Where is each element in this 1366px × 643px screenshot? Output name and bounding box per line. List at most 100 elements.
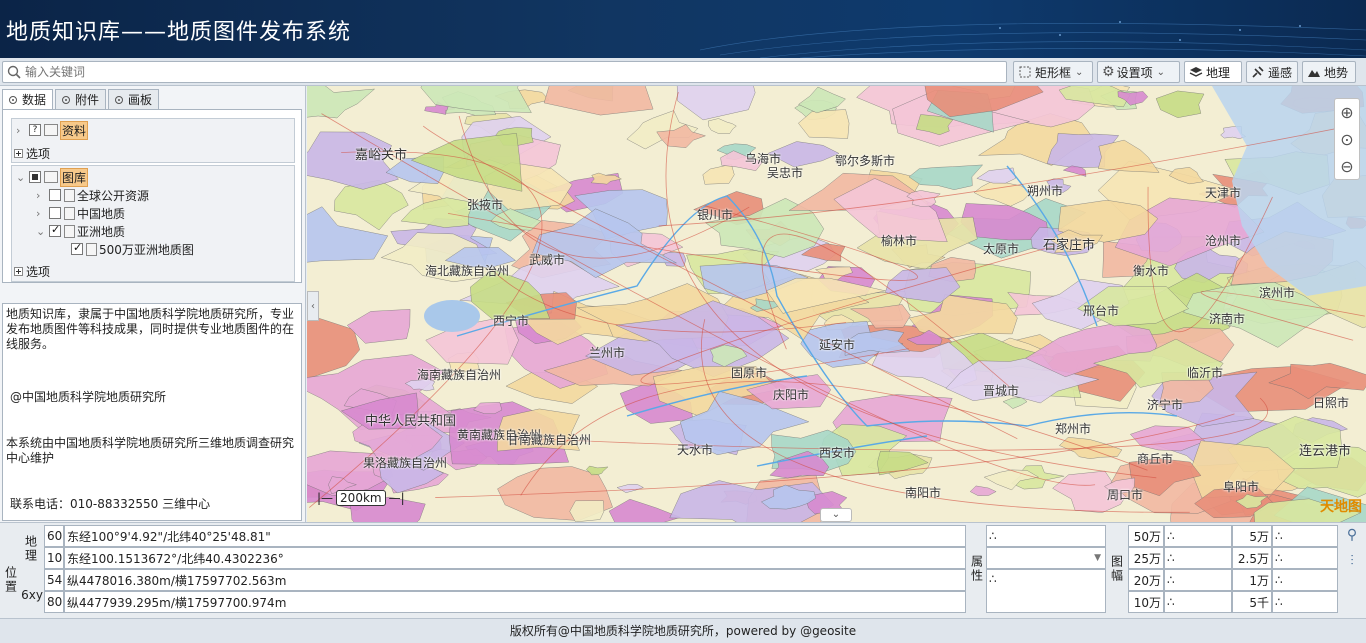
city-label: 沧州市	[1205, 234, 1242, 248]
tree-node-global[interactable]: › 全球公开资源	[36, 186, 149, 204]
collapse-panel-button[interactable]: ‹	[307, 291, 319, 321]
rect-select-button[interactable]: 矩形框 ⌄	[1013, 61, 1093, 83]
chevron-right-icon[interactable]: ›	[36, 189, 46, 202]
sheet-1w-value[interactable]: ∴	[1272, 569, 1338, 591]
rectangle-select-icon	[1019, 66, 1031, 78]
adjust-button[interactable]: ⫶	[1342, 553, 1362, 575]
toolbar: 矩形框 ⌄ ⚙ 设置项 ⌄ 地理 遥感 地势	[0, 58, 1366, 86]
city-label: 日照市	[1313, 396, 1350, 410]
chevron-left-icon: ‹	[311, 300, 315, 312]
sheet-50w-value[interactable]: ∴	[1164, 525, 1232, 547]
sheet-20w-value[interactable]: ∴	[1164, 569, 1232, 591]
tab-geography-label: 地理	[1206, 65, 1231, 80]
attribute-value-2: ∴	[986, 569, 1106, 613]
tree-node-materials[interactable]: › ? 资料	[16, 120, 89, 140]
coord-value-4: 纵4477939.295m/横17597700.974m	[64, 591, 966, 613]
scale-10w: 10万	[1128, 591, 1164, 613]
global-checkbox[interactable]	[49, 189, 61, 201]
city-label: 中华人民共和国	[365, 414, 457, 429]
tree-node-library[interactable]: ⌄ 图库	[16, 167, 89, 187]
tab-remote-sensing-label: 遥感	[1268, 65, 1293, 80]
scale-label: 200km	[336, 490, 386, 506]
tab-drawing-board[interactable]: 画板	[108, 89, 160, 109]
table-icon	[44, 124, 58, 136]
chevron-down-icon[interactable]: ⌄	[36, 225, 46, 238]
sheet-25w-value[interactable]: ∴	[1164, 547, 1232, 569]
sheet-2-5w-value[interactable]: ∴	[1272, 547, 1338, 569]
tree-node-asia-map[interactable]: 500万亚洲地质图	[68, 240, 194, 258]
table-icon	[44, 171, 58, 183]
sheet-10w-value[interactable]: ∴	[1164, 591, 1232, 613]
attribute-value-1: ∴	[986, 525, 1106, 547]
scale-25w: 25万	[1128, 547, 1164, 569]
chevron-down-icon: ⌄	[1075, 66, 1084, 78]
chevron-right-icon[interactable]: ›	[36, 207, 46, 220]
triangle-down-icon: ▼	[1094, 553, 1101, 563]
city-label: 济宁市	[1147, 398, 1184, 412]
search-input[interactable]	[25, 63, 995, 81]
city-label: 郑州市	[1055, 422, 1092, 436]
sheet-5k-value[interactable]: ∴	[1272, 591, 1338, 613]
tab-geography[interactable]: 地理	[1184, 61, 1242, 83]
coord-code-2: 10	[44, 547, 64, 569]
tree-node-china-geology[interactable]: › 中国地质	[36, 204, 125, 222]
settings-button[interactable]: ⚙ 设置项 ⌄	[1097, 61, 1180, 83]
attribute-dropdown[interactable]: ▼	[986, 547, 1106, 569]
tab-attachments[interactable]: 附件	[55, 89, 107, 109]
tree-node-global-label: 全球公开资源	[77, 188, 150, 203]
sliders-icon: ⫶	[1350, 553, 1354, 569]
city-label: 乌海市	[745, 152, 782, 166]
footer: 版权所有@中国地质科学院地质研究所，powered by @geosite	[0, 618, 1366, 643]
city-label: 固原市	[731, 366, 768, 380]
city-label: 银川市	[697, 208, 734, 222]
sheet-label: 图幅	[1109, 555, 1124, 583]
city-label: 甘南藏族自治州	[507, 433, 592, 447]
options-expander-1[interactable]: 选项	[14, 144, 50, 162]
map-view[interactable]: 嘉峪关市 张掖市 武威市 海北藏族自治州 西宁市 兰州市 海南藏族自治州 黄南藏族自治州 甘南藏…	[307, 86, 1366, 522]
library-checkbox[interactable]	[29, 171, 41, 183]
zoom-in-button[interactable]: ⊕	[1335, 99, 1359, 126]
coord-value-2: 东经100.1513672°/北纬40.4302236°	[64, 547, 966, 569]
zoom-out-button[interactable]: ⊖	[1335, 153, 1359, 180]
plus-circle-icon: ⊕	[1340, 103, 1354, 122]
info-contact: 联系电话：010-88332550 三维中心	[10, 497, 211, 511]
document-icon	[64, 206, 75, 220]
tab-data[interactable]: 数据	[2, 89, 54, 109]
pin-button[interactable]: ⚲	[1342, 527, 1362, 549]
left-tabs: 数据 附件 画板	[2, 89, 161, 109]
scale-bar-tick-icon: —|	[388, 491, 405, 505]
coord-value-1: 东经100°9'4.92"/北纬40°25'48.81"	[64, 525, 966, 547]
city-label: 天水市	[677, 443, 714, 457]
chevron-down-icon[interactable]: ⌄	[16, 171, 26, 184]
city-label: 嘉峪关市	[355, 148, 408, 163]
city-label: 连云港市	[1299, 444, 1352, 459]
city-label: 鄂尔多斯市	[835, 154, 896, 168]
city-label: 朔州市	[1027, 184, 1064, 198]
options-expander-2[interactable]: 选项	[14, 262, 50, 280]
locate-button[interactable]: ⊙	[1335, 126, 1359, 153]
chevron-right-icon[interactable]: ›	[16, 124, 26, 137]
china-geology-checkbox[interactable]	[49, 207, 61, 219]
city-label: 晋城市	[983, 384, 1020, 398]
options-label-2: 选项	[26, 264, 51, 279]
tab-terrain[interactable]: 地势	[1302, 61, 1356, 83]
search-icon	[7, 65, 21, 79]
tree-node-asia-geology[interactable]: ⌄ 亚洲地质	[36, 222, 125, 240]
tab-remote-sensing[interactable]: 遥感	[1246, 61, 1298, 83]
search-box	[2, 61, 1007, 83]
info-maintainer: 本系统由中国地质科学院地质研究所三维地质调查研究中心维护	[6, 436, 295, 465]
tree-node-china-geology-label: 中国地质	[77, 206, 126, 221]
radio-icon	[62, 95, 71, 104]
city-label: 张掖市	[467, 198, 504, 212]
xy-label: 6xy	[21, 588, 43, 602]
sheet-5w-value[interactable]: ∴	[1272, 525, 1338, 547]
city-label: 果洛藏族自治州	[363, 456, 448, 470]
city-label: 衡水市	[1133, 264, 1170, 278]
expand-bottom-button[interactable]: ⌄	[820, 508, 852, 522]
document-icon	[64, 188, 75, 202]
tree-node-asia-geology-label: 亚洲地质	[77, 224, 126, 239]
rect-select-label: 矩形框	[1035, 65, 1072, 80]
asia-geology-checkbox[interactable]	[49, 223, 61, 237]
city-label: 武威市	[529, 253, 566, 267]
asia-map-checkbox[interactable]	[71, 241, 83, 255]
